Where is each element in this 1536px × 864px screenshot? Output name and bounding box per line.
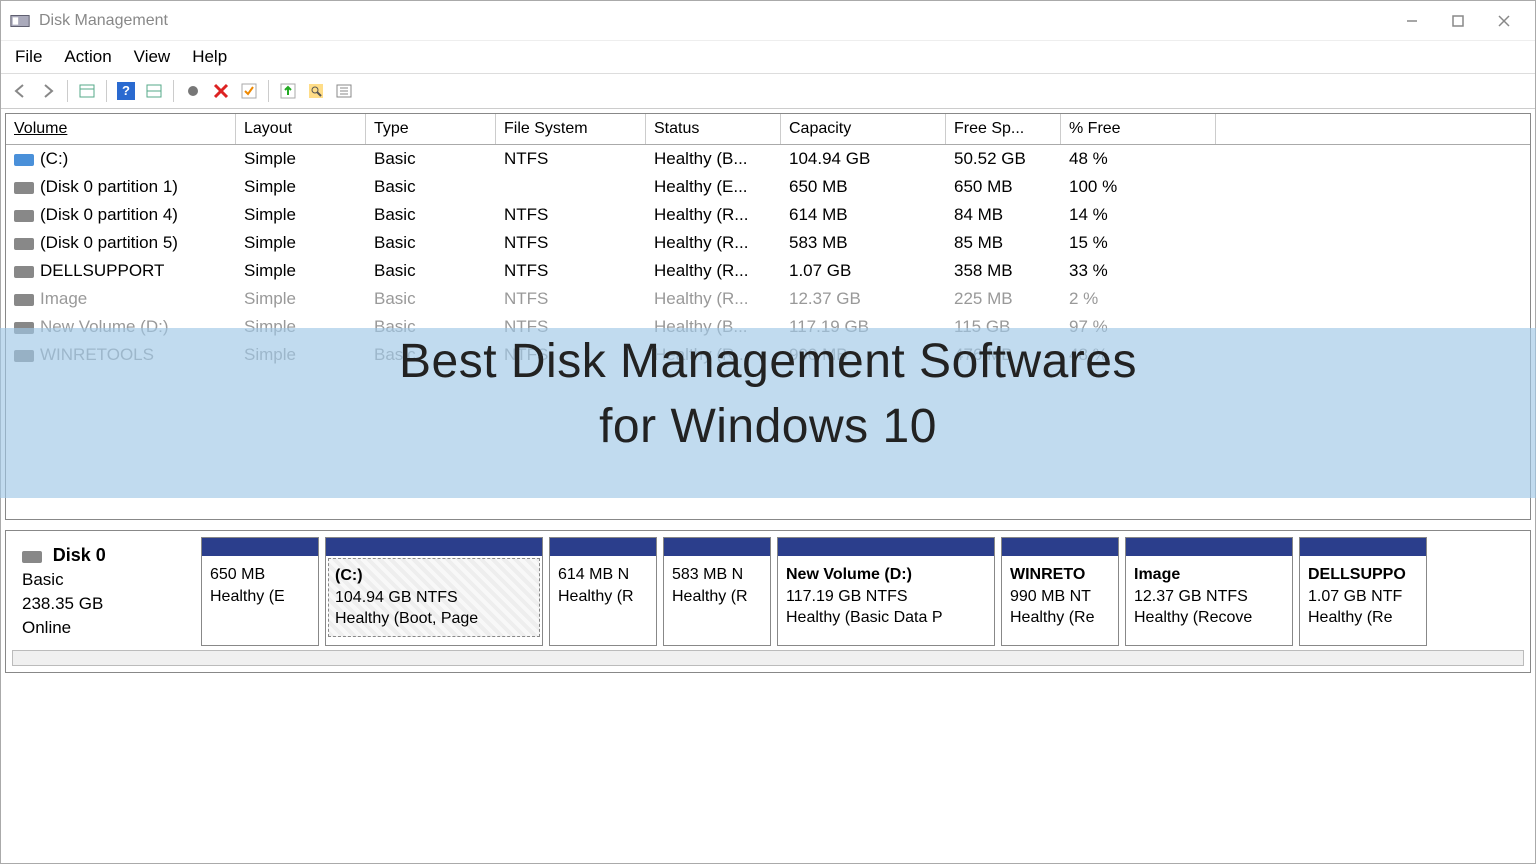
table-row[interactable]: (Disk 0 partition 1)SimpleBasicHealthy (… [6,173,1530,201]
partition-block[interactable]: 583 MB NHealthy (R [663,537,771,646]
partition-block[interactable]: DELLSUPPO1.07 GB NTFHealthy (Re [1299,537,1427,646]
disk-label[interactable]: Disk 0 Basic 238.35 GB Online [12,537,197,646]
disk-icon [22,546,48,565]
search-icon[interactable] [303,78,329,104]
disk-state: Online [22,618,71,637]
table-row[interactable]: (Disk 0 partition 5)SimpleBasicNTFSHealt… [6,229,1530,257]
table-row[interactable]: (C:)SimpleBasicNTFSHealthy (B...104.94 G… [6,145,1530,173]
partition-block[interactable]: 650 MBHealthy (E [201,537,319,646]
table-row[interactable]: ImageSimpleBasicNTFSHealthy (R...12.37 G… [6,285,1530,313]
volume-rows: (C:)SimpleBasicNTFSHealthy (B...104.94 G… [6,145,1530,369]
volume-icon [14,266,34,278]
volume-icon [14,154,34,166]
check-icon[interactable] [236,78,262,104]
disk-type: Basic [22,570,64,589]
volume-icon [14,182,34,194]
disk-graphical-pane: Disk 0 Basic 238.35 GB Online 650 MBHeal… [5,530,1531,673]
app-icon [9,10,31,32]
volume-table: Volume Layout Type File System Status Ca… [5,113,1531,520]
back-icon[interactable] [7,78,33,104]
volume-table-header: Volume Layout Type File System Status Ca… [6,114,1530,145]
col-freespace[interactable]: Free Sp... [946,114,1061,144]
disk-row: Disk 0 Basic 238.35 GB Online 650 MBHeal… [12,537,1524,646]
table-row[interactable]: DELLSUPPORTSimpleBasicNTFSHealthy (R...1… [6,257,1530,285]
volume-icon [14,322,34,334]
delete-icon[interactable] [208,78,234,104]
menu-help[interactable]: Help [192,47,227,67]
window-controls [1389,5,1527,37]
close-button[interactable] [1481,5,1527,37]
app-window: Disk Management File Action View Help ? … [0,0,1536,864]
partition-block[interactable]: Image12.37 GB NTFSHealthy (Recove [1125,537,1293,646]
detail-icon[interactable] [141,78,167,104]
up-icon[interactable] [275,78,301,104]
col-layout[interactable]: Layout [236,114,366,144]
col-status[interactable]: Status [646,114,781,144]
horizontal-scrollbar[interactable] [12,650,1524,666]
col-volume[interactable]: Volume [6,114,236,144]
toolbar: ? [1,74,1535,109]
settings-icon[interactable] [180,78,206,104]
disk-name: Disk 0 [53,545,106,565]
col-type[interactable]: Type [366,114,496,144]
partition-block[interactable]: (C:)104.94 GB NTFSHealthy (Boot, Page [325,537,543,646]
titlebar: Disk Management [1,1,1535,41]
col-percentfree[interactable]: % Free [1061,114,1216,144]
menu-view[interactable]: View [134,47,171,67]
partition-block[interactable]: 614 MB NHealthy (R [549,537,657,646]
volume-icon [14,238,34,250]
menu-action[interactable]: Action [64,47,111,67]
menu-file[interactable]: File [15,47,42,67]
forward-icon[interactable] [35,78,61,104]
svg-text:?: ? [122,83,130,98]
table-row[interactable]: New Volume (D:)SimpleBasicNTFSHealthy (B… [6,313,1530,341]
list-icon[interactable] [74,78,100,104]
volume-icon [14,294,34,306]
table-row[interactable]: WINRETOOLSSimpleBasicNTFSHealthy (R...99… [6,341,1530,369]
maximize-button[interactable] [1435,5,1481,37]
volume-icon [14,210,34,222]
col-filesystem[interactable]: File System [496,114,646,144]
minimize-button[interactable] [1389,5,1435,37]
menubar: File Action View Help [1,41,1535,74]
volume-icon [14,350,34,362]
window-title: Disk Management [39,12,1389,30]
help-icon[interactable]: ? [113,78,139,104]
disk-size: 238.35 GB [22,594,103,613]
table-row[interactable]: (Disk 0 partition 4)SimpleBasicNTFSHealt… [6,201,1530,229]
properties-icon[interactable] [331,78,357,104]
partition-block[interactable]: New Volume (D:)117.19 GB NTFSHealthy (Ba… [777,537,995,646]
col-capacity[interactable]: Capacity [781,114,946,144]
disk-partitions: 650 MBHealthy (E(C:)104.94 GB NTFSHealth… [201,537,1524,646]
partition-block[interactable]: WINRETO990 MB NTHealthy (Re [1001,537,1119,646]
